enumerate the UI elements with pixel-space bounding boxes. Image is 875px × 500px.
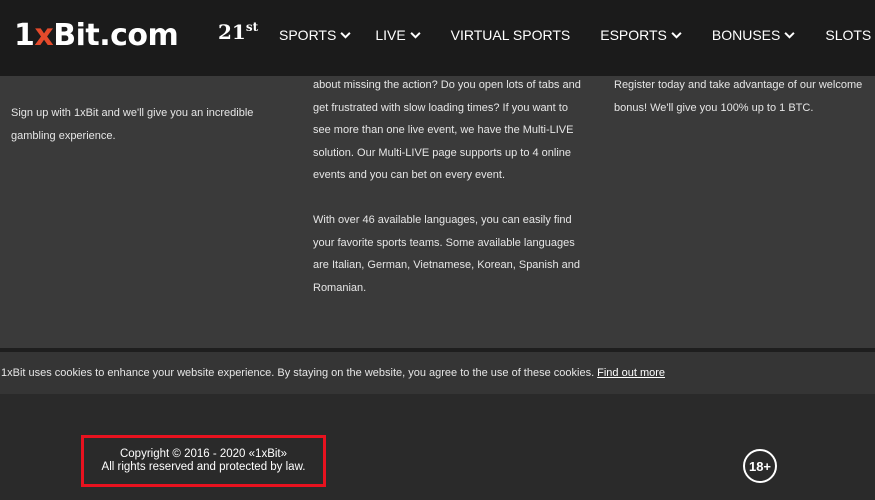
21st-century-badge: 21st: [218, 20, 259, 44]
nav-slots-label: SLOTS: [825, 27, 872, 43]
site-logo[interactable]: 1xBit.com: [14, 17, 179, 53]
chevron-down-icon: [671, 32, 682, 39]
cookie-text: 1xBit uses cookies to enhance your websi…: [1, 367, 595, 379]
info-column-middle: about missing the action? Do you open lo…: [313, 74, 581, 299]
signup-paragraph: Sign up with 1xBit and we'll give you an…: [11, 107, 254, 142]
chevron-down-icon: [340, 32, 351, 39]
nav-slots[interactable]: SLOTS: [825, 26, 875, 44]
nav-live[interactable]: LIVE: [375, 26, 421, 44]
nav-bonuses-label: BONUSES: [711, 27, 781, 43]
main-nav: SPORTS LIVE VIRTUAL SPORTS ESPORTS BONUS…: [279, 26, 875, 44]
nav-bonuses[interactable]: BONUSES: [712, 26, 795, 44]
nav-live-label: LIVE: [375, 27, 406, 43]
nav-esports-label: ESPORTS: [600, 27, 667, 43]
nav-esports[interactable]: ESPORTS: [600, 26, 682, 44]
nav-virtual-sports[interactable]: VIRTUAL SPORTS: [451, 26, 571, 44]
page-footer: Copyright © 2016 - 2020 «1xBit» All righ…: [0, 394, 875, 500]
copyright-highlight-box: Copyright © 2016 - 2020 «1xBit» All righ…: [81, 435, 326, 487]
languages-paragraph: With over 46 available languages, you ca…: [313, 214, 581, 294]
top-navigation-bar: 1xBit.com 21st SPORTS LIVE VIRTUAL SPORT…: [0, 0, 875, 76]
bonus-paragraph: Register today and take advantage of our…: [614, 79, 863, 114]
info-column-left: Sign up with 1xBit and we'll give you an…: [11, 102, 266, 147]
nav-sports-label: SPORTS: [279, 27, 337, 43]
rights-line: All rights reserved and protected by law…: [101, 461, 306, 473]
info-section: Sign up with 1xBit and we'll give you an…: [0, 76, 875, 348]
chevron-down-icon: [410, 32, 421, 39]
find-out-more-link[interactable]: Find out more: [597, 367, 665, 379]
age-restriction-badge: 18+: [743, 449, 777, 483]
multi-live-paragraph: about missing the action? Do you open lo…: [313, 79, 581, 181]
chevron-down-icon: [784, 32, 795, 39]
copyright-line: Copyright © 2016 - 2020 «1xBit»: [119, 448, 288, 460]
nav-virtual-sports-label: VIRTUAL SPORTS: [450, 27, 571, 43]
info-column-right: Register today and take advantage of our…: [614, 74, 872, 119]
nav-sports[interactable]: SPORTS: [279, 26, 351, 44]
cookie-notice: 1xBit uses cookies to enhance your websi…: [0, 352, 875, 394]
logo-text: 1xBit.com: [14, 17, 179, 53]
